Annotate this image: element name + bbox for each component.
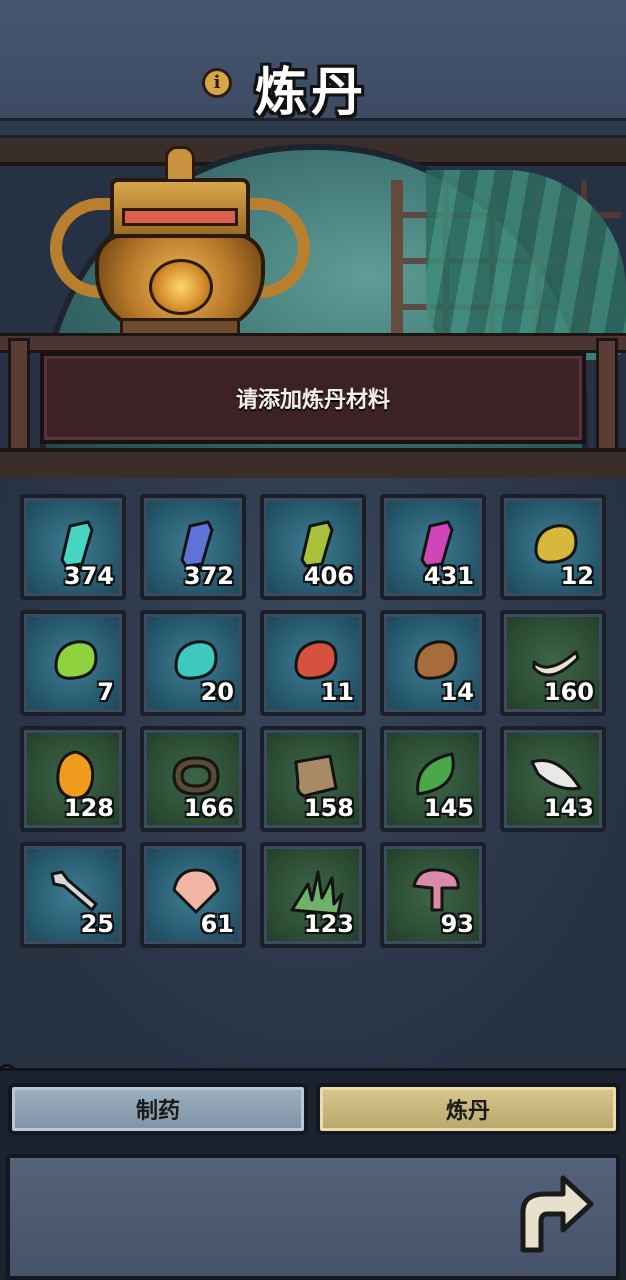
- header-bar: i 炼丹: [0, 0, 626, 138]
- item-count: 7: [97, 678, 114, 706]
- inventory-slot[interactable]: 158: [260, 726, 366, 832]
- inventory-slot[interactable]: 374: [20, 494, 126, 600]
- inventory-grid: 374 372 406 431 12 7 20 11 14 160 128 166 158 145 143 2…: [20, 494, 606, 948]
- alchemy-scene: 请添加炼丹材料: [0, 138, 626, 478]
- tab-medicine[interactable]: 制药: [8, 1083, 308, 1135]
- item-count: 158: [303, 794, 354, 822]
- back-arrow-icon[interactable]: [515, 1172, 595, 1256]
- item-count: 431: [423, 562, 474, 590]
- green-stone-icon: [54, 640, 98, 680]
- inventory-slot[interactable]: 145: [380, 726, 486, 832]
- inventory-slot[interactable]: 11: [260, 610, 366, 716]
- inventory-slot[interactable]: 25: [20, 842, 126, 948]
- inventory-slot[interactable]: 160: [500, 610, 606, 716]
- page-title: 炼丹: [255, 63, 368, 123]
- tab-bar: 制药 炼丹: [0, 1068, 626, 1148]
- item-count: 14: [440, 678, 474, 706]
- tab-alchemy[interactable]: 炼丹: [316, 1083, 620, 1135]
- item-count: 93: [440, 910, 474, 938]
- item-count: 374: [63, 562, 114, 590]
- inventory-slot[interactable]: 123: [260, 842, 366, 948]
- item-count: 11: [320, 678, 354, 706]
- bottom-area: [0, 1148, 626, 1280]
- furnace-top: [165, 146, 195, 182]
- item-count: 12: [560, 562, 594, 590]
- inventory-slot[interactable]: 7: [20, 610, 126, 716]
- item-count: 145: [423, 794, 474, 822]
- status-board: 请添加炼丹材料: [40, 352, 586, 444]
- inventory-slot[interactable]: 93: [380, 842, 486, 948]
- status-text: 请添加炼丹材料: [235, 388, 390, 413]
- item-count: 128: [63, 794, 114, 822]
- item-count: 61: [200, 910, 234, 938]
- item-count: 166: [183, 794, 234, 822]
- inventory-slot[interactable]: 61: [140, 842, 246, 948]
- item-count: 372: [183, 562, 234, 590]
- inventory-slot[interactable]: 12: [500, 494, 606, 600]
- inventory-slot[interactable]: 166: [140, 726, 246, 832]
- item-count: 143: [543, 794, 594, 822]
- inventory-slot[interactable]: 20: [140, 610, 246, 716]
- tab-medicine-label: 制药: [135, 1099, 180, 1124]
- item-count: 160: [543, 678, 594, 706]
- item-count: 25: [80, 910, 114, 938]
- item-count: 406: [303, 562, 354, 590]
- item-count: 20: [200, 678, 234, 706]
- header-rail: [0, 118, 626, 138]
- shelf: [0, 333, 626, 353]
- inventory-panel: 374 372 406 431 12 7 20 11 14 160 128 166 158 145 143 2…: [0, 478, 626, 1068]
- item-count: 123: [303, 910, 354, 938]
- furnace-emblem: [149, 259, 213, 315]
- inventory-slot[interactable]: 14: [380, 610, 486, 716]
- scene-floor: [0, 448, 626, 478]
- info-icon[interactable]: i: [202, 68, 232, 98]
- furnace-band: [122, 208, 238, 226]
- inventory-slot[interactable]: 143: [500, 726, 606, 832]
- inventory-slot[interactable]: 372: [140, 494, 246, 600]
- inventory-slot[interactable]: 406: [260, 494, 366, 600]
- inventory-slot[interactable]: 431: [380, 494, 486, 600]
- inventory-slot[interactable]: 128: [20, 726, 126, 832]
- tab-alchemy-label: 炼丹: [445, 1099, 490, 1124]
